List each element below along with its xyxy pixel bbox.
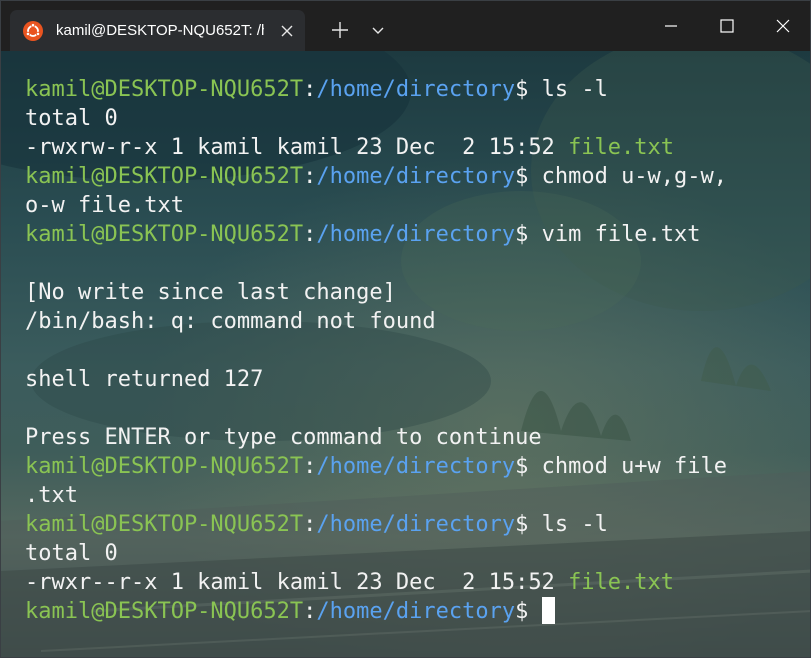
chevron-down-icon[interactable]: [365, 15, 391, 45]
prompt-path: /home/directory: [316, 599, 516, 624]
prompt-user-host: kamil@DESKTOP-NQU652T: [25, 599, 304, 624]
prompt-path: /home/directory: [316, 512, 516, 537]
output-text: .txt: [25, 483, 78, 508]
command-text: ls -l: [541, 512, 608, 537]
terminal-line: shell returned 127: [25, 365, 727, 394]
terminal-line: .txt: [25, 481, 727, 510]
terminal-line: kamil@DESKTOP-NQU652T:/home/directory$ v…: [25, 220, 727, 249]
command-text: chmod u+w file: [541, 454, 728, 479]
prompt-symbol: $: [515, 454, 542, 479]
terminal-tab[interactable]: kamil@DESKTOP-NQU652T: /h: [10, 10, 305, 51]
text-cursor: [541, 597, 555, 624]
terminal-line: -rwxrw-r-x 1 kamil kamil 23 Dec 2 15:52 …: [25, 133, 727, 162]
command-text: vim file.txt: [541, 222, 701, 247]
terminal-line: kamil@DESKTOP-NQU652T:/home/directory$ l…: [25, 510, 727, 539]
terminal-line: kamil@DESKTOP-NQU652T:/home/directory$ c…: [25, 452, 727, 481]
maximize-icon[interactable]: [699, 1, 755, 51]
prompt-path: /home/directory: [316, 77, 516, 102]
terminal-line: [No write since last change]: [25, 278, 727, 307]
prompt-colon: :: [303, 164, 317, 189]
terminal-line: -rwxr--r-x 1 kamil kamil 23 Dec 2 15:52 …: [25, 568, 727, 597]
prompt-symbol: $: [515, 599, 542, 624]
terminal-line: kamil@DESKTOP-NQU652T:/home/directory$ c…: [25, 162, 727, 191]
prompt-user-host: kamil@DESKTOP-NQU652T: [25, 222, 304, 247]
output-text: total 0: [25, 541, 118, 566]
output-text: Press ENTER or type command to continue: [25, 425, 542, 450]
command-text: ls -l: [541, 77, 608, 102]
terminal-line: Press ENTER or type command to continue: [25, 423, 727, 452]
terminal-line: kamil@DESKTOP-NQU652T:/home/directory$ l…: [25, 75, 727, 104]
prompt-symbol: $: [515, 512, 542, 537]
terminal-text: kamil@DESKTOP-NQU652T:/home/directory$ l…: [25, 75, 727, 626]
output-text: total 0: [25, 106, 118, 131]
prompt-colon: :: [303, 222, 317, 247]
prompt-user-host: kamil@DESKTOP-NQU652T: [25, 77, 304, 102]
terminal-output-area[interactable]: kamil@DESKTOP-NQU652T:/home/directory$ l…: [1, 51, 810, 657]
terminal-line: o-w file.txt: [25, 191, 727, 220]
command-text: chmod u-w,g-w,: [541, 164, 728, 189]
output-text: shell returned 127: [25, 367, 264, 392]
title-bar: kamil@DESKTOP-NQU652T: /h: [1, 1, 810, 51]
prompt-colon: :: [303, 599, 317, 624]
prompt-user-host: kamil@DESKTOP-NQU652T: [25, 454, 304, 479]
prompt-colon: :: [303, 512, 317, 537]
terminal-line: total 0: [25, 539, 727, 568]
terminal-line: total 0: [25, 104, 727, 133]
file-name: file.txt: [568, 135, 675, 160]
prompt-symbol: $: [515, 77, 542, 102]
output-text: o-w file.txt: [25, 193, 184, 218]
output-text: [No write since last change]: [25, 280, 396, 305]
terminal-line: /bin/bash: q: command not found: [25, 307, 727, 336]
prompt-user-host: kamil@DESKTOP-NQU652T: [25, 164, 304, 189]
ubuntu-logo-icon: [23, 21, 43, 41]
terminal-window: kamil@DESKTOP-NQU652T: /h kamil@DESKTOP-…: [0, 0, 811, 658]
minimize-icon[interactable]: [643, 1, 699, 51]
prompt-colon: :: [303, 454, 317, 479]
new-tab-plus-icon[interactable]: [323, 15, 357, 45]
listing-text: -rwxrw-r-x 1 kamil kamil 23 Dec 2 15:52: [25, 135, 569, 160]
prompt-path: /home/directory: [316, 454, 516, 479]
prompt-colon: :: [303, 77, 317, 102]
tab-close-icon[interactable]: [278, 22, 296, 40]
prompt-symbol: $: [515, 222, 542, 247]
prompt-user-host: kamil@DESKTOP-NQU652T: [25, 512, 304, 537]
close-icon[interactable]: [755, 1, 810, 51]
listing-text: -rwxr--r-x 1 kamil kamil 23 Dec 2 15:52: [25, 570, 569, 595]
file-name: file.txt: [568, 570, 675, 595]
prompt-path: /home/directory: [316, 222, 516, 247]
terminal-line: kamil@DESKTOP-NQU652T:/home/directory$: [25, 597, 727, 626]
tab-title: kamil@DESKTOP-NQU652T: /h: [56, 22, 264, 39]
output-text: /bin/bash: q: command not found: [25, 309, 436, 334]
prompt-symbol: $: [515, 164, 542, 189]
prompt-path: /home/directory: [316, 164, 516, 189]
